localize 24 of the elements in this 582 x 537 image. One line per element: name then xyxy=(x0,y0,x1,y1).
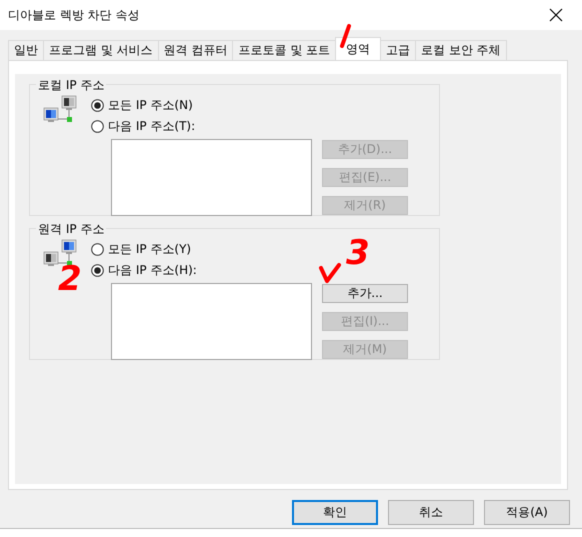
radio-button[interactable] xyxy=(91,99,104,112)
address-list[interactable] xyxy=(111,139,312,216)
list-button[interactable]: 추가... xyxy=(322,284,408,303)
handwritten-number: 2 xyxy=(58,262,82,296)
close-icon[interactable] xyxy=(548,7,564,23)
handwritten-number: 3 xyxy=(346,236,370,270)
tab[interactable]: 일반 xyxy=(8,40,44,60)
window-title: 디아블로 렉방 차단 속성 xyxy=(8,6,140,24)
dialog-button[interactable]: 적용(A) xyxy=(484,500,570,525)
group-title: 로컬 IP 주소 xyxy=(36,77,106,94)
dialog-button[interactable]: 취소 xyxy=(388,500,474,525)
check-mark xyxy=(318,262,342,284)
radio-button[interactable] xyxy=(91,264,104,277)
dialog-button[interactable]: 확인 xyxy=(292,500,378,525)
radio-label[interactable]: 모든 IP 주소(N) xyxy=(108,97,193,114)
address-list[interactable] xyxy=(111,283,312,360)
radio-button[interactable] xyxy=(91,120,104,133)
radio-label[interactable]: 모든 IP 주소(Y) xyxy=(108,241,192,258)
tab[interactable]: 영역 xyxy=(335,37,382,60)
tab[interactable]: 로컬 보안 주체 xyxy=(415,40,507,60)
radio-label[interactable]: 다음 IP 주소(H): xyxy=(108,262,197,279)
radio-label[interactable]: 다음 IP 주소(T): xyxy=(108,118,196,135)
radio-button[interactable] xyxy=(91,243,104,256)
group-title: 원격 IP 주소 xyxy=(36,221,106,238)
